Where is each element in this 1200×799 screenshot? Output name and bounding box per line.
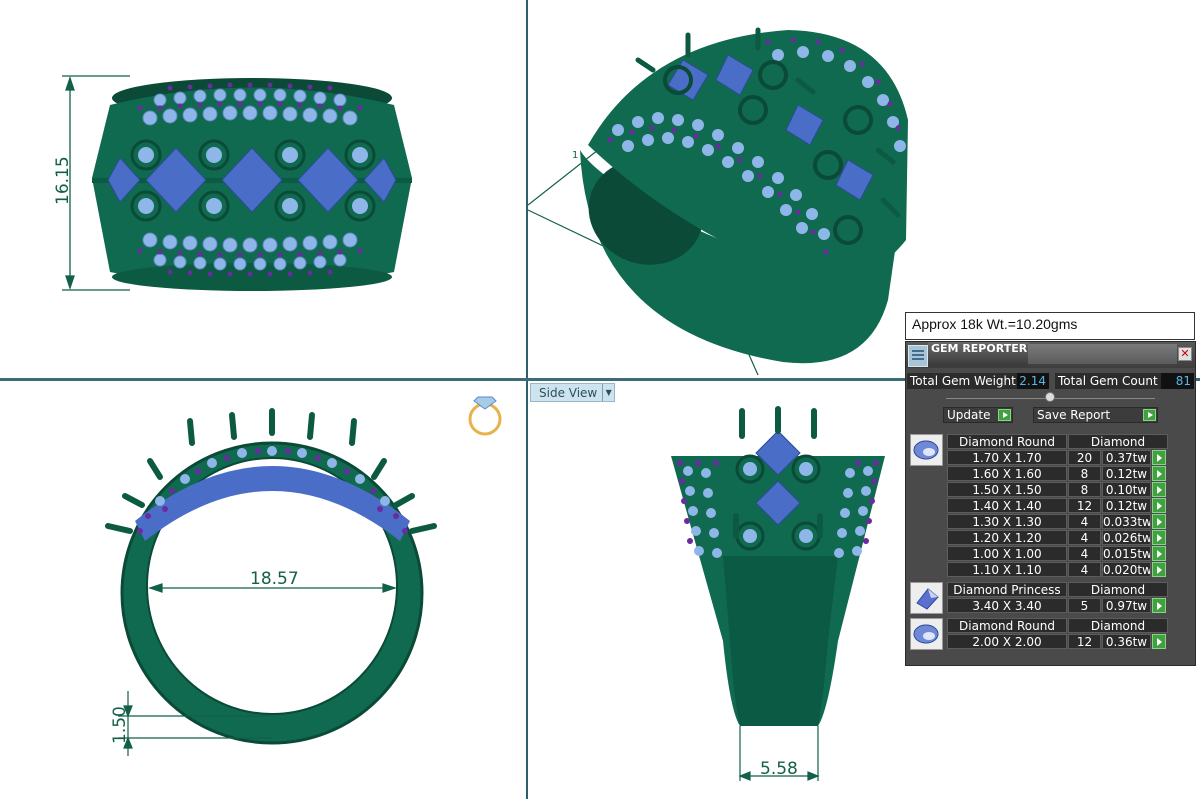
inner-diameter-label: 18.57 [250, 569, 299, 589]
total-gem-count-label: Total Gem Count [1055, 373, 1161, 389]
front-view-render: 16.15 [53, 75, 412, 291]
svg-text:1: 1 [572, 150, 578, 161]
gem-material-header: Diamond [1068, 618, 1168, 633]
gem-count-cell: 5 [1068, 598, 1101, 613]
gem-weight-cell: 0.033tw [1102, 514, 1151, 529]
select-gem-row-button[interactable] [1152, 498, 1166, 513]
view-selector[interactable]: Side View ▼ [530, 383, 616, 402]
gem-count-cell: 8 [1068, 466, 1101, 481]
select-gem-row-button[interactable] [1152, 450, 1166, 465]
gem-weight-cell: 0.026tw [1102, 530, 1151, 545]
viewport-front[interactable]: 16.15 [0, 0, 526, 378]
ring-view-icon[interactable] [468, 396, 502, 436]
gem-size-cell: 3.40 X 3.40 [947, 598, 1067, 613]
weight-note: Approx 18k Wt.=10.20gms [905, 312, 1195, 340]
total-gem-weight-label: Total Gem Weight [907, 373, 1017, 389]
gem-shape-header: Diamond Round [947, 618, 1067, 633]
gem-size-cell: 1.00 X 1.00 [947, 546, 1067, 561]
report-slider-knob[interactable] [1045, 392, 1055, 402]
shank-thickness-label: 1.50 [110, 706, 130, 744]
select-gem-row-button[interactable] [1152, 466, 1166, 481]
gem-reporter-titlebar[interactable]: GEM REPORTER ✕ [906, 342, 1195, 368]
gem-count-cell: 4 [1068, 530, 1101, 545]
select-gem-row-button[interactable] [1152, 530, 1166, 545]
gem-size-cell: 1.30 X 1.30 [947, 514, 1067, 529]
round-gem-icon [910, 434, 943, 466]
profile-view-render: 18.57 1.50 [105, 396, 502, 756]
select-gem-row-button[interactable] [1152, 598, 1166, 613]
gem-weight-cell: 0.020tw [1102, 562, 1151, 577]
gem-weight-cell: 0.12tw [1102, 498, 1151, 513]
save-report-button-label: Save Report [1037, 408, 1111, 422]
gem-size-cell: 2.00 X 2.00 [947, 634, 1067, 649]
gem-weight-cell: 0.97tw [1102, 598, 1151, 613]
gem-shape-header: Diamond Round [947, 434, 1067, 449]
gem-size-cell: 1.60 X 1.60 [947, 466, 1067, 481]
gem-count-cell: 4 [1068, 562, 1101, 577]
select-gem-row-button[interactable] [1152, 562, 1166, 577]
select-gem-row-button[interactable] [1152, 546, 1166, 561]
select-gem-row-button[interactable] [1152, 634, 1166, 649]
play-icon [998, 409, 1011, 421]
view-selector-label: Side View [539, 385, 598, 400]
height-dimension-label: 16.15 [53, 156, 73, 205]
gem-count-cell: 12 [1068, 634, 1101, 649]
update-button-label: Update [947, 408, 991, 422]
gem-size-cell: 1.70 X 1.70 [947, 450, 1067, 465]
select-gem-row-button[interactable] [1152, 514, 1166, 529]
gem-size-cell: 1.50 X 1.50 [947, 482, 1067, 497]
viewport-profile[interactable]: 18.57 1.50 [0, 381, 526, 799]
gem-weight-cell: 0.015tw [1102, 546, 1151, 561]
gem-size-cell: 1.10 X 1.10 [947, 562, 1067, 577]
gem-material-header: Diamond [1068, 582, 1168, 597]
gem-count-cell: 8 [1068, 482, 1101, 497]
gem-weight-cell: 0.36tw [1102, 634, 1151, 649]
shank-width-label: 5.58 [760, 759, 798, 779]
total-gem-weight-value: 2.14 [1017, 373, 1049, 389]
chevron-down-icon[interactable]: ▼ [602, 384, 614, 401]
gem-count-cell: 4 [1068, 514, 1101, 529]
gem-reporter-title: GEM REPORTER [928, 342, 1029, 366]
gem-weight-cell: 0.12tw [1102, 466, 1151, 481]
gem-reporter-icon [908, 345, 928, 367]
gem-weight-cell: 0.10tw [1102, 482, 1151, 497]
gem-size-cell: 1.40 X 1.40 [947, 498, 1067, 513]
round-gem-icon [910, 618, 943, 650]
update-button[interactable]: Update [943, 407, 1013, 423]
gem-reporter-panel: GEM REPORTER ✕ Total Gem Weight 2.14 Tot… [905, 341, 1196, 666]
close-icon[interactable]: ✕ [1178, 347, 1192, 361]
gem-count-cell: 4 [1068, 546, 1101, 561]
gem-count-cell: 20 [1068, 450, 1101, 465]
gem-shape-header: Diamond Princess [947, 582, 1067, 597]
select-gem-row-button[interactable] [1152, 482, 1166, 497]
play-icon [1143, 409, 1156, 421]
save-report-button[interactable]: Save Report [1033, 407, 1158, 423]
total-gem-count-value: 81 [1161, 373, 1194, 389]
gem-material-header: Diamond [1068, 434, 1168, 449]
princess-gem-icon [910, 582, 943, 614]
gem-size-cell: 1.20 X 1.20 [947, 530, 1067, 545]
gem-count-cell: 12 [1068, 498, 1101, 513]
gem-weight-cell: 0.37tw [1102, 450, 1151, 465]
